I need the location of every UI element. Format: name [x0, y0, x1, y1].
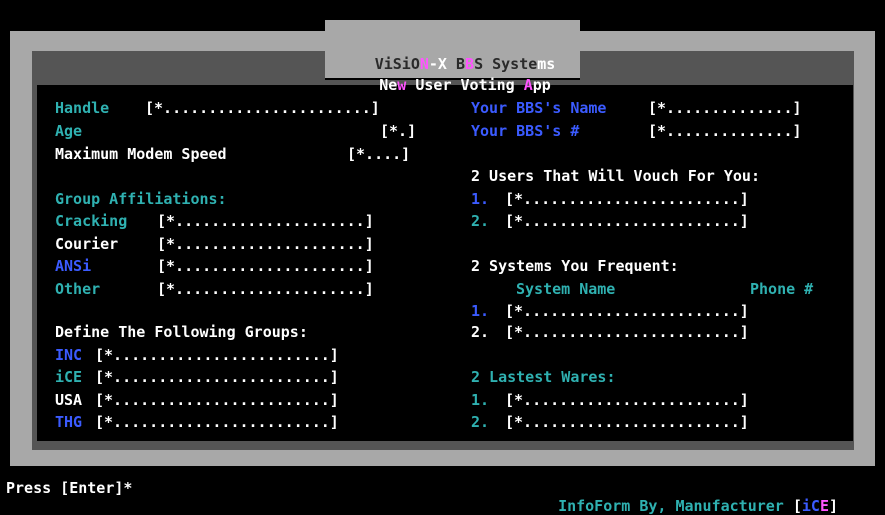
bbs-name-label: Your BBS's Name — [471, 99, 607, 117]
system-name-column: System Name — [516, 280, 616, 298]
wares-heading: 2 Lastest Wares: — [471, 368, 616, 386]
vouch-1-field[interactable]: [*........................] — [505, 188, 749, 210]
vouch-heading: 2 Users That Will Vouch For You: — [471, 167, 760, 185]
system-1-number: 1. — [471, 302, 490, 320]
thg-label: THG — [55, 413, 83, 431]
usa-label: USA — [55, 391, 83, 409]
system-2-field[interactable]: [*........................] — [505, 321, 749, 343]
phone-column: Phone # — [750, 280, 814, 298]
system-2-number: 2. — [471, 323, 490, 341]
bbs-name-field[interactable]: [*..............] — [648, 97, 802, 119]
modem-label: Maximum Modem Speed — [55, 145, 227, 163]
bbs-number-field[interactable]: [*..............] — [648, 120, 802, 142]
bbs-number-label: Your BBS's # — [471, 122, 580, 140]
handle-label: Handle — [55, 99, 110, 117]
subtitle-line: New User Voting App — [379, 76, 551, 94]
other-field[interactable]: [*.....................] — [157, 278, 374, 300]
age-field[interactable]: [*.] — [380, 120, 416, 142]
ware-1-field[interactable]: [*........................] — [505, 389, 749, 411]
credits-text: InfoForm By, Manufacturer [iCE] — [558, 497, 839, 515]
inc-field[interactable]: [*........................] — [95, 344, 339, 366]
inc-label: INC — [55, 346, 83, 364]
ice-label: iCE — [55, 368, 83, 386]
cracking-field[interactable]: [*.....................] — [157, 210, 374, 232]
ansi-label: ANSi — [55, 257, 92, 275]
systems-heading: 2 Systems You Frequent: — [471, 257, 679, 275]
ansi-field[interactable]: [*.....................] — [157, 255, 374, 277]
age-label: Age — [55, 122, 83, 140]
vouch-2-field[interactable]: [*........................] — [505, 210, 749, 232]
cracking-label: Cracking — [55, 212, 128, 230]
press-enter-prompt: Press [Enter]* — [6, 479, 133, 497]
system-1-field[interactable]: [*........................] — [505, 300, 749, 322]
other-label: Other — [55, 280, 101, 298]
usa-field[interactable]: [*........................] — [95, 389, 339, 411]
ware-2-number: 2. — [471, 413, 490, 431]
ice-field[interactable]: [*........................] — [95, 366, 339, 388]
handle-field[interactable]: [*.......................] — [145, 97, 380, 119]
define-groups-heading: Define The Following Groups: — [55, 323, 308, 341]
thg-field[interactable]: [*........................] — [95, 411, 339, 433]
courier-field[interactable]: [*.....................] — [157, 233, 374, 255]
ware-1-number: 1. — [471, 391, 490, 409]
title-line: ViSiON-X BBS Systems — [374, 55, 556, 73]
courier-label: Courier — [55, 235, 119, 253]
modem-field[interactable]: [*....] — [347, 143, 410, 165]
vouch-1-number: 1. — [471, 190, 490, 208]
group-affiliations-heading: Group Affiliations: — [55, 190, 227, 208]
ware-2-field[interactable]: [*........................] — [505, 411, 749, 433]
vouch-2-number: 2. — [471, 212, 490, 230]
